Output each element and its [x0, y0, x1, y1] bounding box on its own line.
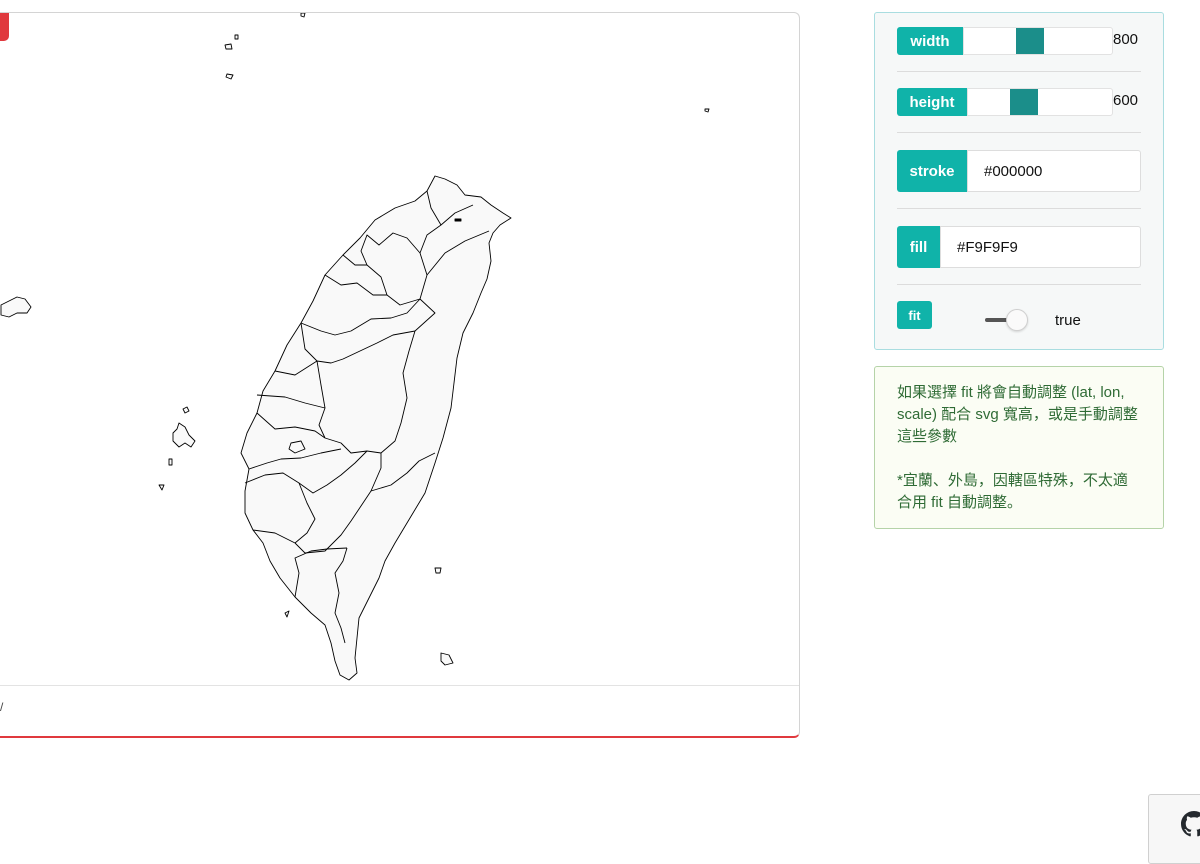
github-button[interactable] — [1148, 794, 1200, 864]
width-slider-thumb[interactable] — [1016, 28, 1044, 54]
fit-label: fit — [897, 301, 932, 329]
height-control: height 600 — [897, 88, 1141, 116]
width-slider[interactable] — [963, 27, 1113, 55]
penghu-islands — [172, 422, 196, 448]
fit-control: fit true — [897, 301, 1141, 331]
divider — [897, 71, 1141, 72]
fit-toggle[interactable] — [985, 307, 1045, 333]
fit-toggle-knob[interactable] — [1006, 309, 1028, 331]
height-label: height — [897, 88, 967, 116]
stroke-input[interactable]: #000000 — [967, 150, 1141, 192]
green-island — [434, 567, 442, 574]
stroke-label: stroke — [897, 150, 967, 192]
footer-mark: / — [0, 700, 4, 714]
info-text-note: *宜蘭、外島，因轄區特殊，不太適合用 fit 自動調整。 — [897, 472, 1128, 511]
github-icon — [1181, 811, 1200, 837]
height-slider[interactable] — [967, 88, 1113, 116]
divider — [897, 132, 1141, 133]
height-value: 600 — [1113, 92, 1139, 109]
width-control: width 800 — [897, 27, 1141, 55]
orchid-island — [440, 652, 454, 666]
width-value: 800 — [1113, 31, 1139, 48]
fill-control: fill #F9F9F9 — [897, 226, 1141, 268]
settings-panel: width 800 height 600 stroke #000000 fill… — [874, 12, 1164, 350]
fill-label: fill — [897, 226, 940, 268]
stroke-control: stroke #000000 — [897, 150, 1141, 192]
height-slider-thumb[interactable] — [1010, 89, 1038, 115]
info-text-fit: 如果選擇 fit 將會自動調整 (lat, lon, scale) 配合 svg… — [897, 384, 1138, 445]
fit-value: true — [1055, 312, 1081, 329]
fill-input[interactable]: #F9F9F9 — [940, 226, 1141, 268]
divider — [897, 208, 1141, 209]
card-footer: / — [0, 685, 799, 736]
taiwan-map[interactable] — [0, 13, 801, 685]
width-label: width — [897, 27, 963, 55]
divider — [897, 284, 1141, 285]
info-message: 如果選擇 fit 將會自動調整 (lat, lon, scale) 配合 svg… — [874, 366, 1164, 529]
map-card: / — [0, 12, 800, 738]
